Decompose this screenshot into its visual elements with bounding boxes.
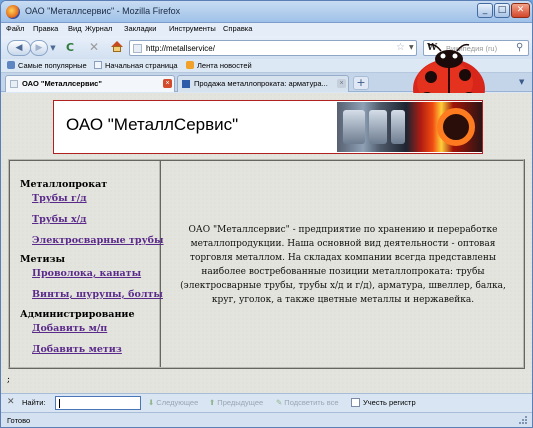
company-description: ОАО "Металлсервис" - предприятие по хран… xyxy=(180,225,506,305)
menu-bar: Файл Правка Вид Журнал Закладки Инструме… xyxy=(1,23,532,36)
bookmark-start-page[interactable]: Начальная страница xyxy=(94,61,178,70)
menu-view[interactable]: Вид xyxy=(68,24,82,33)
arrow-up-icon: ⬆ xyxy=(209,398,216,407)
new-tab-button[interactable]: + xyxy=(353,76,369,90)
link-screws-bolts[interactable]: Винты, шурупы, болты xyxy=(32,289,163,300)
category-metizy: Метизы xyxy=(20,254,66,265)
title-bar[interactable]: ОАО "Металлсервис" - Mozilla Firefox _ □… xyxy=(1,1,532,23)
find-previous-button[interactable]: ⬆ Предыдущее xyxy=(209,398,263,407)
bookmark-star-icon[interactable]: ☆ xyxy=(396,42,405,53)
tab-label: Продажа металлопроката: арматура... xyxy=(194,79,328,88)
main-content-cell: ОАО "Металлсервис" - предприятие по хран… xyxy=(163,161,523,367)
find-input[interactable] xyxy=(55,396,141,410)
folder-icon xyxy=(7,61,15,69)
search-icon[interactable]: ⚲ xyxy=(516,42,523,53)
back-button[interactable]: ◀ xyxy=(7,40,31,56)
menu-tools[interactable]: Инструменты xyxy=(169,24,216,33)
reload-icon[interactable]: C xyxy=(66,41,74,54)
close-find-bar-icon[interactable]: ✕ xyxy=(7,397,15,407)
wikipedia-engine-icon[interactable]: W xyxy=(427,43,437,53)
rss-icon xyxy=(186,61,194,69)
address-bar[interactable]: http://metallservice/ ☆ ▼ xyxy=(129,40,417,56)
highlight-all-button[interactable]: ✎ Подсветить все xyxy=(276,398,339,407)
navigation-toolbar: ◀ ▶ ▼ C ✕ http://metallservice/ ☆ ▼ W Ви… xyxy=(1,36,532,59)
url-dropdown-icon[interactable]: ▼ xyxy=(409,44,414,51)
search-placeholder: Википедия (ru) xyxy=(446,44,498,53)
tab-close-icon[interactable]: × xyxy=(163,79,172,88)
layout-table: Металлопрокат Трубы г/д Трубы х/д Электр… xyxy=(8,159,525,369)
menu-history[interactable]: Журнал xyxy=(85,24,112,33)
match-case-checkbox[interactable] xyxy=(351,398,360,407)
link-wire-ropes[interactable]: Проволока, канаты xyxy=(32,268,141,279)
steel-pipes-image xyxy=(337,102,482,152)
tab-bar: ОАО "Металлсервис" × Продажа металлопрок… xyxy=(1,73,532,92)
menu-file[interactable]: Файл xyxy=(6,24,24,33)
minimize-button[interactable]: _ xyxy=(477,3,493,18)
pencil-icon: ✎ xyxy=(276,398,283,407)
tab-metallservice[interactable]: ОАО "Металлсервис" × xyxy=(5,75,175,92)
stop-icon[interactable]: ✕ xyxy=(89,40,99,54)
browser-window: ОАО "Металлсервис" - Mozilla Firefox _ □… xyxy=(0,0,533,428)
tab-metalloprokat[interactable]: Продажа металлопроката: арматура... × xyxy=(177,75,349,92)
maximize-button[interactable]: □ xyxy=(494,3,510,18)
home-icon[interactable] xyxy=(111,41,123,52)
firefox-logo-icon xyxy=(6,5,20,19)
status-bar: Готово xyxy=(1,412,532,427)
page-favicon-icon xyxy=(133,44,142,53)
page-content: ОАО "МеталлСервис" Металлопрокат Трубы г… xyxy=(1,93,532,393)
find-label: Найти: xyxy=(22,398,46,407)
company-name: ОАО "МеталлСервис" xyxy=(66,115,239,134)
link-pipes-hot-deformed[interactable]: Трубы г/д xyxy=(32,193,87,204)
menu-bookmarks[interactable]: Закладки xyxy=(124,24,156,33)
trailing-text: ; xyxy=(7,375,11,385)
category-admin: Администрирование xyxy=(20,309,135,320)
link-pipes-cold-deformed[interactable]: Трубы х/д xyxy=(32,214,86,225)
status-text: Готово xyxy=(7,416,31,425)
menu-help[interactable]: Справка xyxy=(223,24,252,33)
window-title: ОАО "Металлсервис" - Mozilla Firefox xyxy=(25,6,181,16)
tab-label: ОАО "Металлсервис" xyxy=(22,79,102,88)
page-icon xyxy=(94,61,102,69)
arrow-down-icon: ⬇ xyxy=(148,398,155,407)
bookmark-most-visited[interactable]: Самые популярные xyxy=(7,61,87,70)
sidebar-nav: Металлопрокат Трубы г/д Трубы х/д Электр… xyxy=(10,161,164,367)
tab-close-icon[interactable]: × xyxy=(337,79,346,88)
find-next-button[interactable]: ⬇ Следующее xyxy=(148,398,198,407)
search-box[interactable]: W Википедия (ru) ⚲ xyxy=(423,40,529,56)
tab-favicon-icon xyxy=(182,80,190,88)
history-dropdown-icon[interactable]: ▼ xyxy=(48,41,58,57)
site-header-banner: ОАО "МеталлСервис" xyxy=(53,100,483,154)
menu-edit[interactable]: Правка xyxy=(33,24,58,33)
link-welded-pipes[interactable]: Электросварные трубы xyxy=(32,235,164,246)
resize-grip-icon[interactable] xyxy=(516,415,528,426)
find-bar: ✕ Найти: ⬇ Следующее ⬆ Предыдущее ✎ Подсвет… xyxy=(1,393,532,412)
bookmarks-toolbar: Самые популярные Начальная страница Лент… xyxy=(1,59,532,73)
match-case-label: Учесть регистр xyxy=(363,398,416,407)
link-add-metiz[interactable]: Добавить метиз xyxy=(32,344,122,355)
category-metalprokat: Металлопрокат xyxy=(20,179,108,190)
url-text[interactable]: http://metallservice/ xyxy=(146,44,215,53)
forward-button[interactable]: ▶ xyxy=(30,40,48,56)
close-window-button[interactable]: ✕ xyxy=(511,3,530,18)
tab-favicon-icon xyxy=(10,80,18,88)
bookmark-news-feed[interactable]: Лента новостей xyxy=(186,61,252,70)
tab-list-icon[interactable]: ▼ xyxy=(519,78,524,86)
link-add-metalprokat[interactable]: Добавить м/п xyxy=(32,323,107,334)
